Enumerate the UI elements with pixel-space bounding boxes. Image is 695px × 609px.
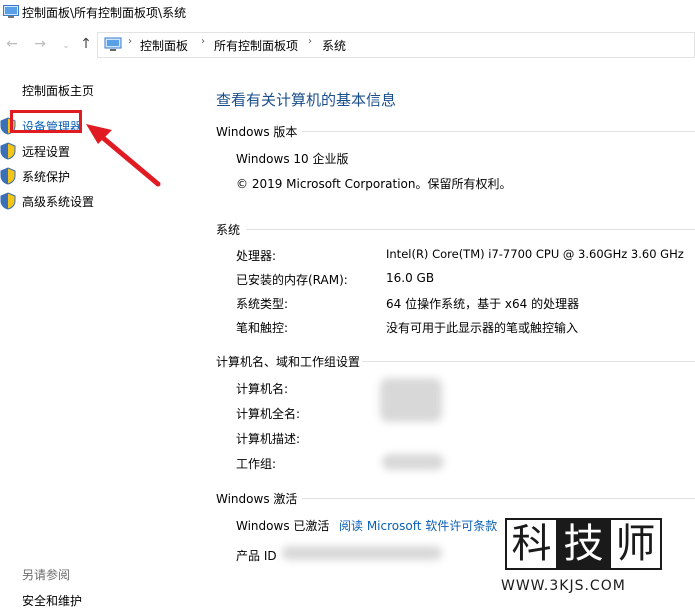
workgroup-label: 工作组:: [236, 457, 277, 471]
computer-desc-label: 计算机描述:: [236, 432, 301, 446]
watermark-char: 师: [609, 518, 662, 570]
divider: [362, 361, 695, 362]
system-type-label: 系统类型:: [236, 297, 289, 311]
watermark-url: WWW.3KJS.COM: [501, 578, 626, 594]
license-terms-link[interactable]: 阅读 Microsoft 软件许可条款: [339, 517, 497, 534]
product-id-label: 产品 ID: [236, 549, 277, 563]
computer-name-label: 计算机名:: [236, 382, 289, 396]
ram-label: 已安装的内存(RAM):: [236, 273, 348, 287]
pen-touch-label: 笔和触控:: [236, 321, 289, 335]
watermark-logo: 科 技 师: [497, 518, 669, 574]
page-title: 查看有关计算机的基本信息: [216, 91, 397, 109]
processor-value: Intel(R) Core(TM) i7-7700 CPU @ 3.60GHz …: [386, 247, 684, 261]
computer-heading: 计算机名、域和工作组设置: [216, 355, 361, 369]
main-panel: 查看有关计算机的基本信息 Windows 版本 Windows 10 企业版 ©…: [0, 0, 695, 606]
edition-heading: Windows 版本: [216, 125, 298, 139]
site-watermark: 科 技 师 WWW.3KJS.COM: [497, 518, 672, 603]
system-type-value: 64 位操作系统，基于 x64 的处理器: [386, 297, 580, 311]
pen-touch-value: 没有可用于此显示器的笔或触控输入: [386, 321, 579, 335]
redacted-product-id: [282, 546, 442, 560]
watermark-char: 科: [505, 518, 558, 570]
edition-copyright: © 2019 Microsoft Corporation。保留所有权利。: [236, 177, 512, 191]
activation-heading: Windows 激活: [216, 492, 298, 506]
redacted-workgroup: [382, 454, 444, 470]
redacted-computer-name: [380, 378, 442, 422]
divider: [302, 131, 695, 132]
edition-name: Windows 10 企业版: [236, 152, 349, 166]
processor-label: 处理器:: [236, 249, 277, 263]
ram-value: 16.0 GB: [386, 271, 435, 285]
divider: [302, 498, 695, 499]
activation-status: Windows 已激活: [236, 519, 330, 533]
computer-fullname-label: 计算机全名:: [236, 407, 301, 421]
system-heading: 系统: [216, 223, 241, 237]
divider: [246, 229, 695, 230]
watermark-char: 技: [557, 518, 610, 570]
